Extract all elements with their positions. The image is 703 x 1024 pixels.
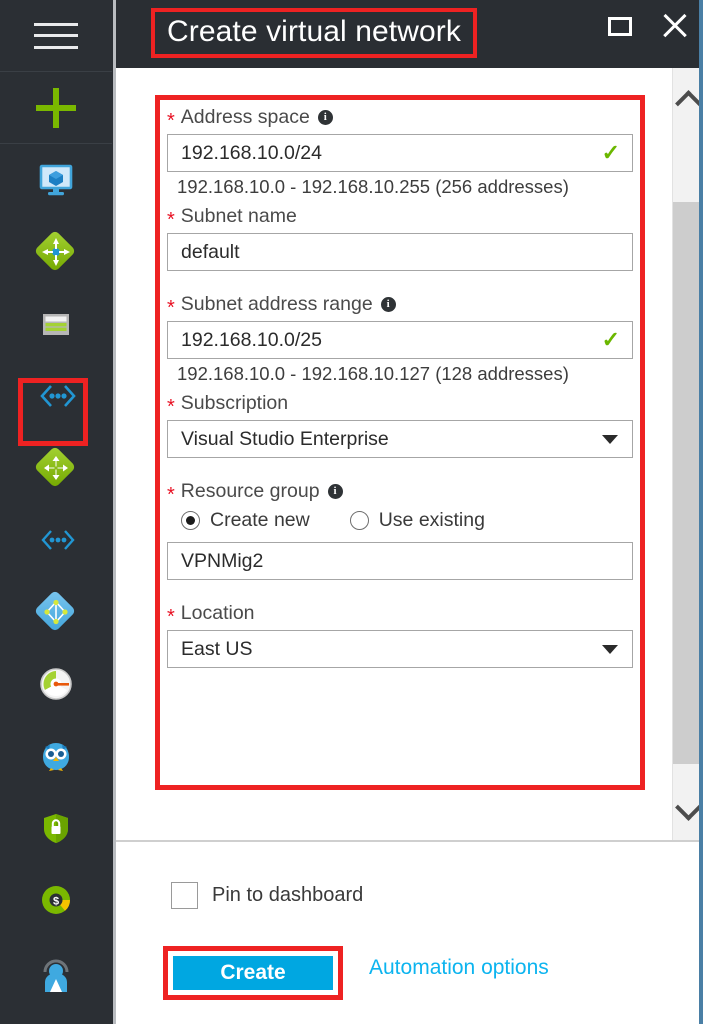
valid-check-icon: ✓ [601,327,620,352]
sidebar-item-menu-hamburger[interactable] [0,0,112,72]
sidebar-item-resource-groups[interactable] [0,288,112,360]
valid-check-icon: ✓ [601,140,620,165]
virtual-network-icon [36,520,76,560]
location-dropdown[interactable]: East US [167,630,633,668]
radio-dot-icon [349,511,369,530]
chevron-up-icon [675,89,702,117]
address-space-hint: 192.168.10.0 - 192.168.10.255 (256 addre… [177,176,569,197]
required-asterisk: * [167,483,175,506]
required-asterisk: * [167,605,175,628]
window-controls [607,12,689,40]
label-text: Location [180,602,255,624]
subnet-address-range-label: * Subnet address range i [167,293,633,319]
pin-to-dashboard-checkbox[interactable]: Pin to dashboard [171,882,363,909]
subnet-name-value: default [181,240,240,263]
page-title: Create virtual network [151,8,477,58]
blade-header: Create virtual network [116,0,703,68]
label-text: Subnet name [180,205,297,227]
subnet-address-range-hint: 192.168.10.0 - 192.168.10.127 (128 addre… [177,363,569,384]
left-sidebar: $ [0,0,112,1024]
location-value: East US [181,637,253,660]
info-icon[interactable]: i [327,484,343,499]
resource-groups-icon [36,304,76,344]
resource-group-label: * Resource group i [167,480,633,506]
radio-create-new[interactable]: Create new [181,509,310,532]
sidebar-item-help-and-support[interactable] [0,936,112,1008]
restore-window-icon[interactable] [607,13,633,39]
sidebar-item-virtual-networks[interactable] [0,504,112,576]
create-virtual-network-blade: Create virtual network * Address space i… [113,0,703,1024]
all-resources-icon [33,229,77,273]
radio-label: Create new [210,509,310,531]
form-fields: * Address space i 192.168.10.0/24 ✓ 192.… [167,106,633,668]
required-asterisk: * [167,395,175,418]
subscription-dropdown[interactable]: Visual Studio Enterprise [167,420,633,458]
sidebar-item-monitor[interactable] [0,648,112,720]
dashboard-monitor-icon [36,160,76,200]
sidebar-item-advisor[interactable] [0,720,112,792]
resource-group-mode-radios: Create new Use existing [181,509,633,532]
close-icon[interactable] [661,12,689,40]
shield-lock-icon [36,808,76,848]
sidebar-item-azure-active-directory[interactable] [0,576,112,648]
azure-ad-icon [33,589,77,633]
info-icon[interactable]: i [317,110,333,125]
subscription-label: * Subscription [167,392,633,418]
radio-label: Use existing [378,509,485,531]
create-button-highlight-annotation: Create [163,946,343,1000]
load-balancer-icon [33,445,77,489]
resource-group-name-value: VPNMig2 [181,549,264,572]
sidebar-item-all-resources[interactable] [0,216,112,288]
subnet-address-range-input[interactable]: 192.168.10.0/25 ✓ [167,321,633,359]
plus-icon [36,87,76,128]
label-text: Subscription [180,392,289,414]
sidebar-selected-highlight [18,378,88,446]
label-text: Address space [180,106,310,128]
blade-footer: Pin to dashboard Create Automation optio… [116,842,702,1024]
subnet-address-range-value: 192.168.10.0/25 [181,328,322,351]
sidebar-item-create-resource[interactable] [0,72,112,144]
owl-advisor-icon [36,736,76,776]
address-space-label: * Address space i [167,106,633,132]
chevron-down-icon [675,793,702,821]
required-asterisk: * [167,109,175,132]
hamburger-icon [34,22,78,49]
label-text: Subnet address range [180,293,373,315]
chevron-down-icon [602,644,618,654]
subnet-name-label: * Subnet name [167,205,633,231]
resource-group-name-input[interactable]: VPNMig2 [167,542,633,580]
checkbox-icon [171,882,198,909]
blade-right-edge [699,0,703,1024]
required-asterisk: * [167,208,175,231]
label-text: Resource group [180,480,320,502]
pin-to-dashboard-label: Pin to dashboard [212,884,364,906]
svg-text:$: $ [53,895,59,907]
monitor-gauge-icon [36,664,76,704]
address-space-value: 192.168.10.0/24 [181,141,322,164]
form-scroll-region: * Address space i 192.168.10.0/24 ✓ 192.… [116,68,702,840]
automation-options-link[interactable]: Automation options [369,956,549,980]
sidebar-item-dashboard[interactable] [0,144,112,216]
azure-portal-window: $ Create virtual network * Address space… [0,0,703,1024]
help-person-icon [36,952,76,992]
chevron-down-icon [602,434,618,444]
sidebar-item-cost-management[interactable]: $ [0,864,112,936]
radio-use-existing[interactable]: Use existing [349,509,485,532]
cost-donut-icon: $ [36,880,76,920]
info-icon[interactable]: i [380,297,396,312]
radio-dot-icon [181,511,200,530]
sidebar-item-security-center[interactable] [0,792,112,864]
required-asterisk: * [167,296,175,319]
subscription-value: Visual Studio Enterprise [181,427,389,450]
create-button[interactable]: Create [173,956,333,990]
address-space-input[interactable]: 192.168.10.0/24 ✓ [167,134,633,172]
location-label: * Location [167,602,633,628]
subnet-name-input[interactable]: default [167,233,633,271]
